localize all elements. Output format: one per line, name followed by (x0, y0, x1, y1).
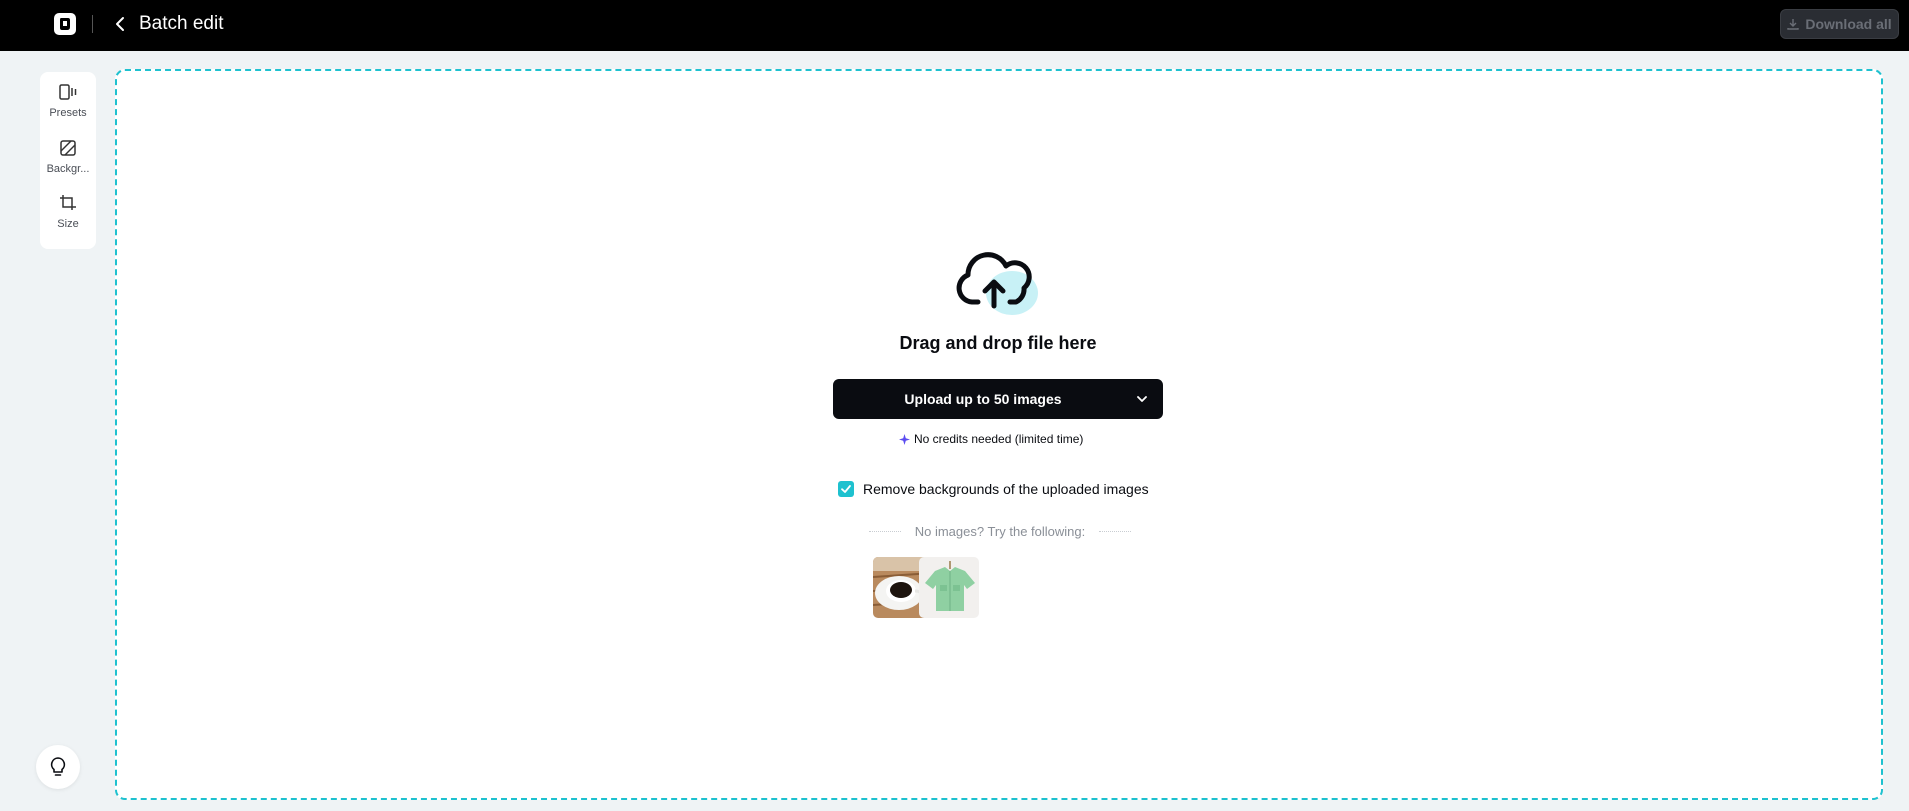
sample-images-divider: No images? Try the following: (855, 522, 1145, 540)
credits-note: No credits needed (limited time) (899, 430, 1099, 448)
background-icon (58, 138, 78, 158)
download-icon (1787, 19, 1800, 30)
sample-images (873, 557, 981, 618)
credits-text: No credits needed (limited time) (914, 432, 1084, 446)
app-logo-icon[interactable] (54, 13, 76, 35)
page-title: Batch edit (139, 13, 224, 34)
presets-icon (58, 82, 78, 102)
drag-drop-heading: Drag and drop file here (899, 333, 1097, 353)
header-divider (92, 15, 93, 33)
sparkle-icon (899, 433, 910, 445)
chevron-down-icon[interactable] (1135, 392, 1149, 406)
sidebar-item-label: Size (57, 218, 79, 231)
sidebar-item-background[interactable]: Backgr... (40, 138, 96, 194)
dotted-divider-right (1099, 530, 1132, 532)
remove-background-option: Remove backgrounds of the uploaded image… (838, 479, 1149, 499)
remove-background-label[interactable]: Remove backgrounds of the uploaded image… (863, 481, 1149, 497)
back-button[interactable] (108, 12, 132, 36)
top-bar: Batch edit Download all (0, 0, 1909, 51)
download-all-label: Download all (1805, 16, 1892, 32)
sidebar-item-label: Backgr... (46, 162, 90, 175)
crop-icon (58, 193, 78, 213)
sidebar-item-presets[interactable]: Presets (40, 82, 96, 138)
sidebar-item-size[interactable]: Size (40, 193, 96, 249)
chevron-left-icon (116, 17, 124, 31)
checkmark-icon (841, 485, 851, 493)
sidebar-item-label: Presets (49, 107, 87, 119)
upload-button-label: Upload up to 50 images (904, 391, 1062, 407)
lightbulb-icon (50, 757, 66, 776)
cloud-upload-icon (954, 248, 1042, 320)
tool-sidebar: Presets Backgr... Size (40, 72, 96, 249)
upload-images-button[interactable]: Upload up to 50 images (833, 379, 1163, 419)
remove-background-checkbox[interactable] (838, 481, 854, 497)
sample-image-shirt[interactable] (919, 557, 979, 618)
sample-images-prompt: No images? Try the following: (914, 523, 1086, 539)
dotted-divider-left (868, 530, 901, 532)
download-all-button[interactable]: Download all (1780, 9, 1899, 39)
tips-button[interactable] (36, 745, 80, 789)
